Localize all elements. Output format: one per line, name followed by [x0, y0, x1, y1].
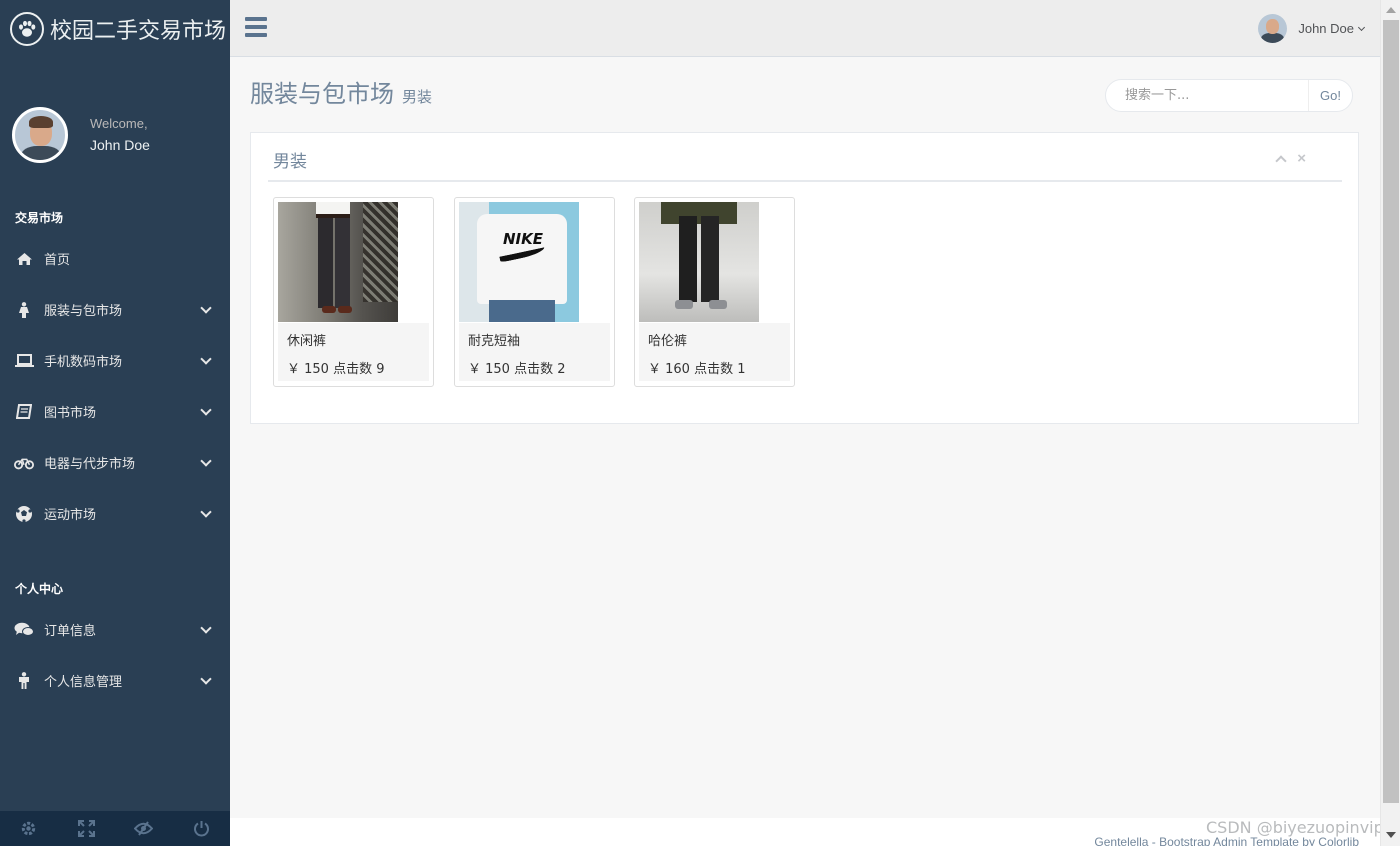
sidebar-item-electronics[interactable]: 电器与代步市场	[0, 437, 230, 488]
user-name: John Doe	[1298, 21, 1354, 36]
sidebar-item-label: 运动市场	[44, 508, 97, 523]
chevron-down-icon	[200, 621, 212, 634]
brand[interactable]: 校园二手交易市场	[0, 0, 230, 57]
product-name[interactable]: 哈伦裤	[648, 330, 781, 349]
sidebar-item-label: 电器与代步市场	[44, 457, 136, 472]
search-input[interactable]	[1106, 80, 1308, 111]
chevron-down-icon	[200, 301, 212, 314]
section-title-market: 交易市场	[15, 211, 64, 225]
sidebar-item-label: 图书市场	[44, 406, 97, 421]
product-image[interactable]	[639, 202, 759, 322]
product-meta: ￥ 150 点击数 9	[287, 362, 385, 377]
section-title-personal: 个人中心	[15, 582, 64, 596]
soccer-ball-icon	[14, 505, 34, 523]
product-image[interactable]	[278, 202, 398, 322]
product-name[interactable]: 休闲裤	[287, 330, 420, 349]
product-card[interactable]: NIKE 耐克短袖 ￥ 150 点击数 2	[454, 197, 615, 387]
sidebar-item-label: 服装与包市场	[44, 304, 123, 319]
chevron-down-icon	[200, 403, 212, 416]
paw-icon	[10, 11, 44, 46]
search-go-button[interactable]: Go!	[1308, 80, 1352, 111]
comments-icon	[14, 622, 34, 638]
product-card[interactable]: 休闲裤 ￥ 150 点击数 9	[273, 197, 434, 387]
product-caption: 休闲裤 ￥ 150 点击数 9	[278, 323, 429, 381]
page-subtitle: 男装	[402, 88, 433, 106]
laptop-icon	[14, 353, 34, 369]
menu-toggle-icon[interactable]	[245, 17, 267, 37]
sidebar-item-orders[interactable]: 订单信息	[0, 604, 230, 655]
logout-icon[interactable]	[173, 811, 231, 846]
close-icon[interactable]: ×	[1297, 151, 1306, 166]
sidebar-item-sports[interactable]: 运动市场	[0, 488, 230, 539]
scrollbar[interactable]	[1380, 0, 1400, 846]
sidebar-item-label: 手机数码市场	[44, 355, 123, 370]
scroll-up-icon[interactable]	[1386, 7, 1396, 13]
scroll-thumb[interactable]	[1383, 20, 1399, 803]
brand-title: 校园二手交易市场	[50, 18, 227, 44]
male-icon	[14, 672, 34, 689]
avatar	[1258, 14, 1288, 43]
settings-icon[interactable]	[0, 811, 58, 846]
chevron-down-icon	[200, 352, 212, 365]
page-title: 服装与包市场	[250, 80, 394, 108]
bicycle-icon	[14, 455, 34, 471]
panel-divider	[268, 180, 1342, 182]
scroll-down-icon[interactable]	[1386, 832, 1396, 838]
profile: Welcome, John Doe	[0, 57, 230, 192]
product-meta: ￥ 160 点击数 1	[648, 362, 746, 377]
sidebar-item-digital[interactable]: 手机数码市场	[0, 335, 230, 386]
search-box: Go!	[1105, 79, 1353, 112]
chevron-down-icon	[200, 505, 212, 518]
sidebar: 校园二手交易市场 Welcome, John Doe 交易市场 首页 服装与包市…	[0, 0, 230, 846]
sidebar-item-label: 个人信息管理	[44, 675, 123, 690]
menu-personal: 订单信息 个人信息管理	[0, 604, 230, 706]
product-meta: ￥ 150 点击数 2	[468, 362, 566, 377]
sidebar-item-home[interactable]: 首页	[0, 233, 230, 284]
product-caption: 哈伦裤 ￥ 160 点击数 1	[639, 323, 790, 381]
welcome-text: Welcome,	[90, 116, 148, 131]
menu-market: 首页 服装与包市场 手机数码市场 图书市场 电器与代步市场 运动市场	[0, 233, 230, 539]
fullscreen-icon[interactable]	[58, 811, 116, 846]
product-card[interactable]: 哈伦裤 ￥ 160 点击数 1	[634, 197, 795, 387]
panel-title: 男装	[273, 152, 307, 172]
chevron-down-icon	[200, 454, 212, 467]
home-icon	[14, 251, 34, 267]
avatar	[12, 106, 68, 163]
female-icon	[14, 301, 34, 318]
product-name[interactable]: 耐克短袖	[468, 330, 601, 349]
top-nav: John Doe	[230, 0, 1380, 57]
profile-name: John Doe	[90, 137, 150, 153]
sidebar-item-label: 订单信息	[44, 624, 97, 639]
book-icon	[14, 404, 34, 420]
watermark: CSDN @biyezuopinvip	[1206, 818, 1384, 837]
chevron-down-icon	[1357, 23, 1366, 31]
products-panel: 男装 × 休闲裤 ￥ 150 点击数 9 NIKE 耐克短袖 ￥ 150 点击数…	[250, 132, 1359, 424]
chevron-down-icon	[200, 672, 212, 685]
sidebar-item-label: 首页	[44, 253, 71, 268]
sidebar-item-clothing[interactable]: 服装与包市场	[0, 284, 230, 335]
sidebar-item-books[interactable]: 图书市场	[0, 386, 230, 437]
page-header: 服装与包市场 男装	[250, 74, 432, 109]
panel-tools: ×	[1275, 151, 1306, 167]
sidebar-footer	[0, 811, 230, 846]
sidebar-item-profile-manage[interactable]: 个人信息管理	[0, 655, 230, 706]
lock-icon[interactable]	[115, 811, 173, 846]
product-caption: 耐克短袖 ￥ 150 点击数 2	[459, 323, 610, 381]
product-image[interactable]: NIKE	[459, 202, 579, 322]
user-menu[interactable]: John Doe	[1258, 14, 1366, 43]
collapse-icon[interactable]	[1275, 155, 1287, 167]
